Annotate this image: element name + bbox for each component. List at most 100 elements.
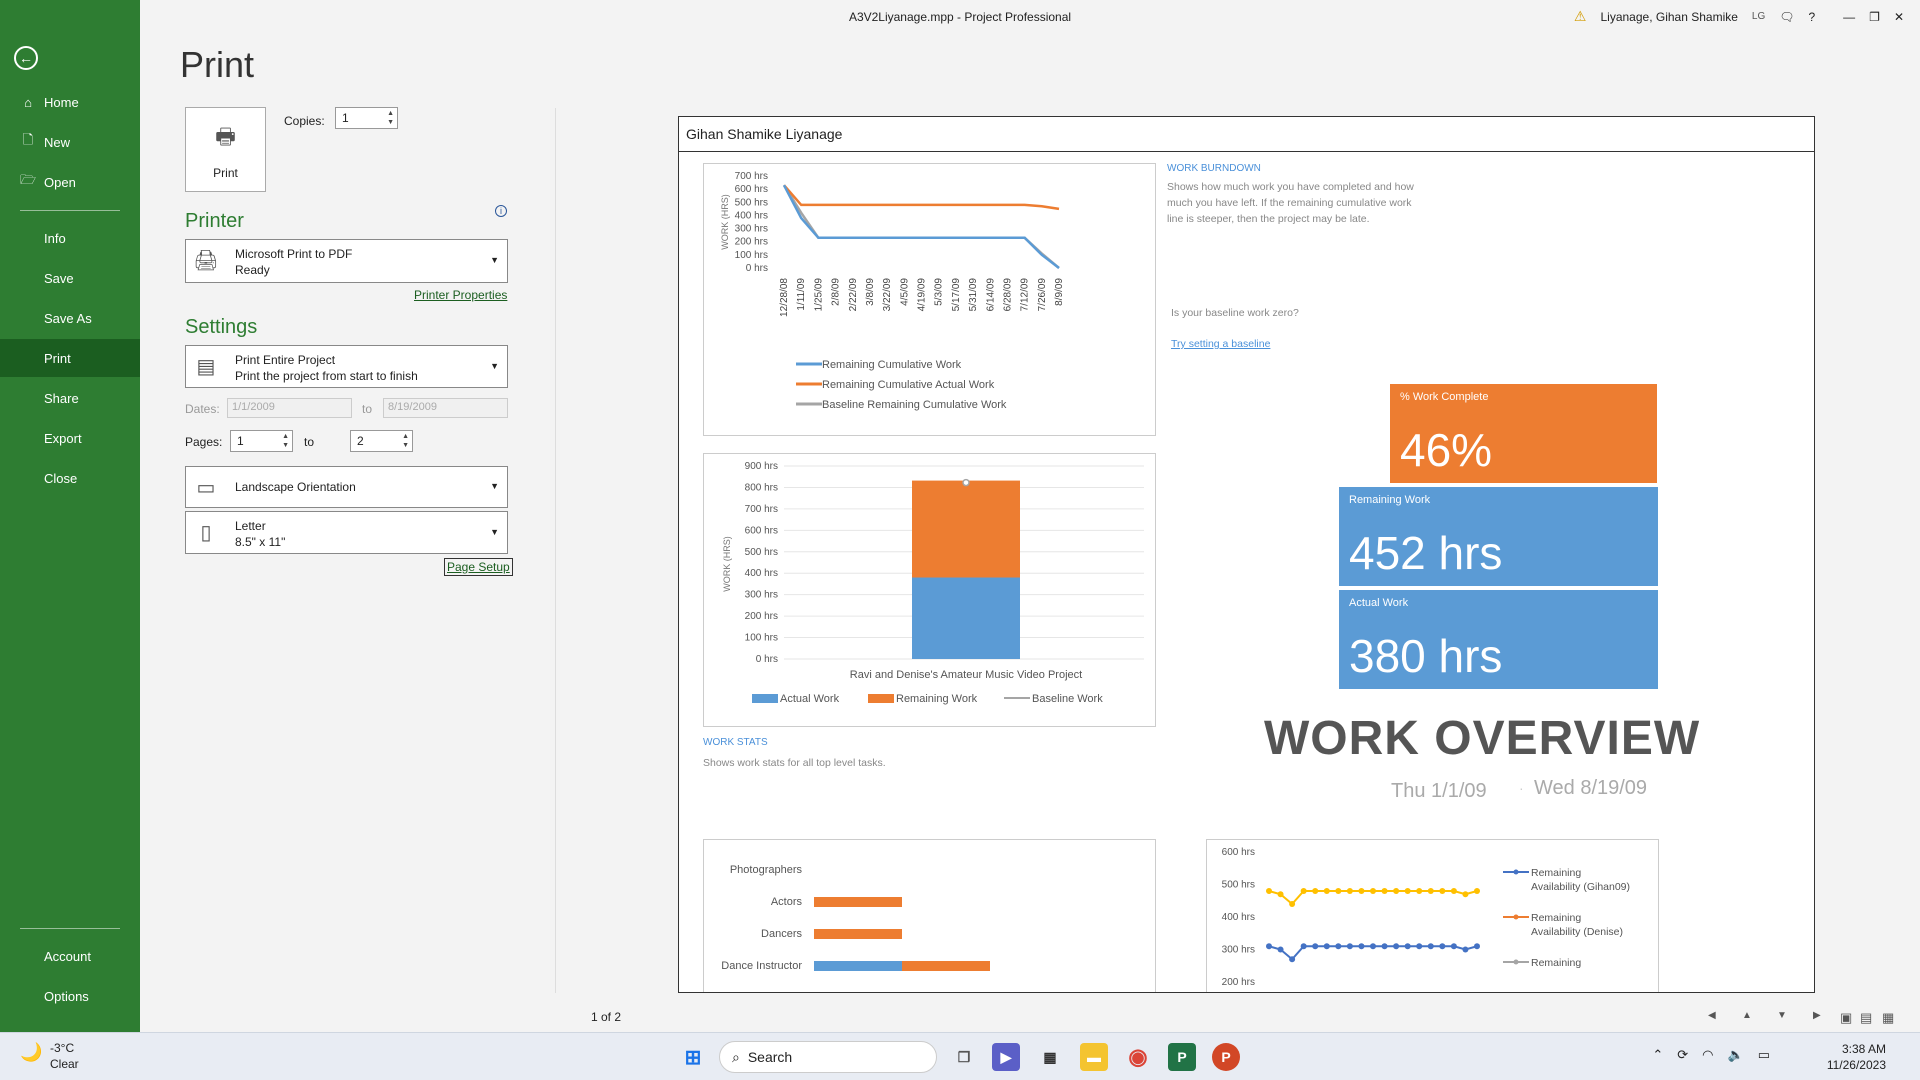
sidebar-item-close[interactable]: Close <box>0 459 140 497</box>
page-setup-link[interactable]: Page Setup <box>444 558 513 576</box>
y-tick-label: 600 hrs <box>1222 847 1255 858</box>
page-from-stepper[interactable]: 1 ▲ ▼ <box>230 430 293 452</box>
sidebar-item-new[interactable]: 🗋 New <box>0 123 140 161</box>
chevron-down-icon: ▼ <box>490 481 499 491</box>
data-point <box>1370 943 1376 950</box>
tile-remaining-work: Remaining Work 452 hrs <box>1339 487 1658 586</box>
back-arrow-icon[interactable]: ← <box>14 46 38 70</box>
category-label: Photographers <box>730 864 803 876</box>
scope-description: Print the project from start to finish <box>235 369 418 383</box>
legend-label: Remaining <box>1531 912 1581 924</box>
restore-icon[interactable]: ❐ <box>1869 10 1880 24</box>
speaker-icon[interactable]: 🔈 <box>1728 1047 1744 1063</box>
powerpoint-icon[interactable]: P <box>1212 1043 1240 1071</box>
print-button[interactable]: 🖶 Print <box>185 107 266 192</box>
sidebar-item-label: Home <box>44 94 79 110</box>
multiple-pages-icon[interactable]: ▦ <box>1882 1010 1894 1026</box>
scroll-up-icon[interactable]: ▲ <box>1742 1010 1752 1021</box>
file-explorer-icon[interactable]: ▬ <box>1080 1043 1108 1071</box>
date-from-field[interactable]: 1/1/2009 <box>227 398 352 418</box>
data-point <box>1289 956 1296 963</box>
print-scope-dropdown[interactable]: ▤ Print Entire Project Print the project… <box>185 345 508 388</box>
search-icon: ⌕ <box>732 1048 740 1065</box>
x-category-label: Ravi and Denise's Amateur Music Video Pr… <box>850 669 1082 681</box>
set-baseline-link[interactable]: Try setting a baseline <box>1171 336 1421 352</box>
chevron-up-icon[interactable]: ⌃ <box>1652 1047 1663 1063</box>
scroll-down-icon[interactable]: ▼ <box>1777 1010 1787 1021</box>
one-page-icon[interactable]: ▤ <box>1860 1010 1872 1026</box>
help-icon[interactable]: ? <box>1808 10 1815 24</box>
sidebar-item-share[interactable]: Share <box>0 379 140 417</box>
sidebar-item-account[interactable]: Account <box>0 937 140 975</box>
x-tick-label: 4/5/09 <box>899 278 910 306</box>
sidebar-item-open[interactable]: 🗁 Open <box>0 163 140 201</box>
sidebar-item-options[interactable]: Options <box>0 977 140 1015</box>
home-icon: ⌂ <box>24 94 32 110</box>
store-icon[interactable]: ▦ <box>1036 1043 1064 1071</box>
printer-status: Ready <box>235 263 270 277</box>
y-tick-label: 0 hrs <box>756 654 778 665</box>
y-tick-label: 400 hrs <box>735 210 768 221</box>
wifi-icon[interactable]: ◠ <box>1702 1047 1713 1063</box>
dates-label: Dates: <box>185 402 220 416</box>
weather-widget[interactable]: 🌙 -3°C Clear <box>20 1040 79 1072</box>
taskbar-search[interactable]: ⌕ Search <box>719 1041 937 1073</box>
sidebar-item-home[interactable]: ⌂ Home <box>0 83 140 121</box>
page-to-stepper[interactable]: 2 ▲ ▼ <box>350 430 413 452</box>
y-tick-label: 500 hrs <box>745 547 778 558</box>
copies-stepper[interactable]: 1 ▲ ▼ <box>335 107 398 129</box>
task-view-icon[interactable]: ❐ <box>950 1043 978 1071</box>
sync-icon[interactable]: ⟳ <box>1677 1047 1688 1063</box>
minimize-icon[interactable]: — <box>1843 10 1855 24</box>
sidebar-item-save[interactable]: Save <box>0 259 140 297</box>
system-clock[interactable]: 3:38 AM 11/26/2023 <box>1827 1041 1886 1073</box>
prev-page-icon[interactable]: ◀ <box>1708 1010 1716 1021</box>
y-tick-label: 100 hrs <box>735 250 768 261</box>
printer-dropdown[interactable]: 🖨 Microsoft Print to PDF Ready ▼ <box>185 239 508 283</box>
teams-icon[interactable]: ▶ <box>992 1043 1020 1071</box>
actual-size-icon[interactable]: ▣ <box>1840 1010 1852 1026</box>
printer-device-icon: 🖨 <box>193 249 219 272</box>
weather-desc: Clear <box>50 1057 79 1071</box>
y-tick-label: 400 hrs <box>1222 912 1255 923</box>
user-initials[interactable]: LG <box>1752 11 1765 22</box>
to-label: to <box>362 402 373 416</box>
stepper-arrows-icon[interactable]: ▲ ▼ <box>387 109 394 127</box>
system-tray: ⌃ ⟳ ◠ 🔈 ▭ <box>1652 1047 1770 1063</box>
legend-swatch <box>752 694 778 703</box>
date-to-field[interactable]: 8/19/2009 <box>383 398 508 418</box>
sidebar-item-export[interactable]: Export <box>0 419 140 457</box>
warning-icon[interactable]: ⚠ <box>1574 8 1587 25</box>
bar-segment <box>814 897 902 907</box>
y-tick-label: 500 hrs <box>735 197 768 208</box>
stepper-arrows-icon[interactable]: ▲ ▼ <box>402 432 409 450</box>
project-app-icon[interactable]: P <box>1168 1043 1196 1071</box>
y-tick-label: 0 hrs <box>746 263 768 274</box>
project-backstage: ← ⌂ Home 🗋 New 🗁 Open Info Save Save As Pri… <box>0 0 1920 1032</box>
orientation-dropdown[interactable]: ▭ Landscape Orientation ▼ <box>185 466 508 508</box>
paper-size-dropdown[interactable]: ▯ Letter 8.5" x 11" ▼ <box>185 511 508 554</box>
resource-availability-chart: 600 hrs 500 hrs 400 hrs 300 hrs 200 hrs Remai… <box>1206 839 1659 992</box>
next-page-icon[interactable]: ▶ <box>1813 1010 1821 1021</box>
series-line <box>782 184 1060 269</box>
category-label: Dancers <box>761 928 802 940</box>
feedback-icon[interactable]: 🗨 <box>1779 10 1794 24</box>
legend-label: Actual Work <box>780 693 840 705</box>
close-icon[interactable]: ✕ <box>1894 10 1904 24</box>
info-icon[interactable]: i <box>495 205 507 217</box>
tile-value: 46% <box>1400 424 1493 476</box>
battery-icon[interactable]: ▭ <box>1758 1047 1770 1063</box>
stepper-arrows-icon[interactable]: ▲ ▼ <box>282 432 289 450</box>
pages-to-label: to <box>304 435 315 449</box>
pages-icon: ▤ <box>196 355 216 378</box>
x-tick-label: 3/8/09 <box>865 278 876 306</box>
chrome-icon[interactable]: ◉ <box>1124 1043 1152 1071</box>
printer-properties-link[interactable]: Printer Properties <box>414 288 507 302</box>
windows-start-icon[interactable]: ⊞ <box>679 1043 707 1071</box>
sidebar-item-save-as[interactable]: Save As <box>0 299 140 337</box>
moon-icon: 🌙 <box>20 1042 43 1062</box>
sidebar-item-info[interactable]: Info <box>0 219 140 257</box>
x-tick-label: 2/8/09 <box>831 278 842 306</box>
user-name[interactable]: Liyanage, Gihan Shamike <box>1600 10 1737 24</box>
sidebar-item-print[interactable]: Print <box>0 339 140 377</box>
